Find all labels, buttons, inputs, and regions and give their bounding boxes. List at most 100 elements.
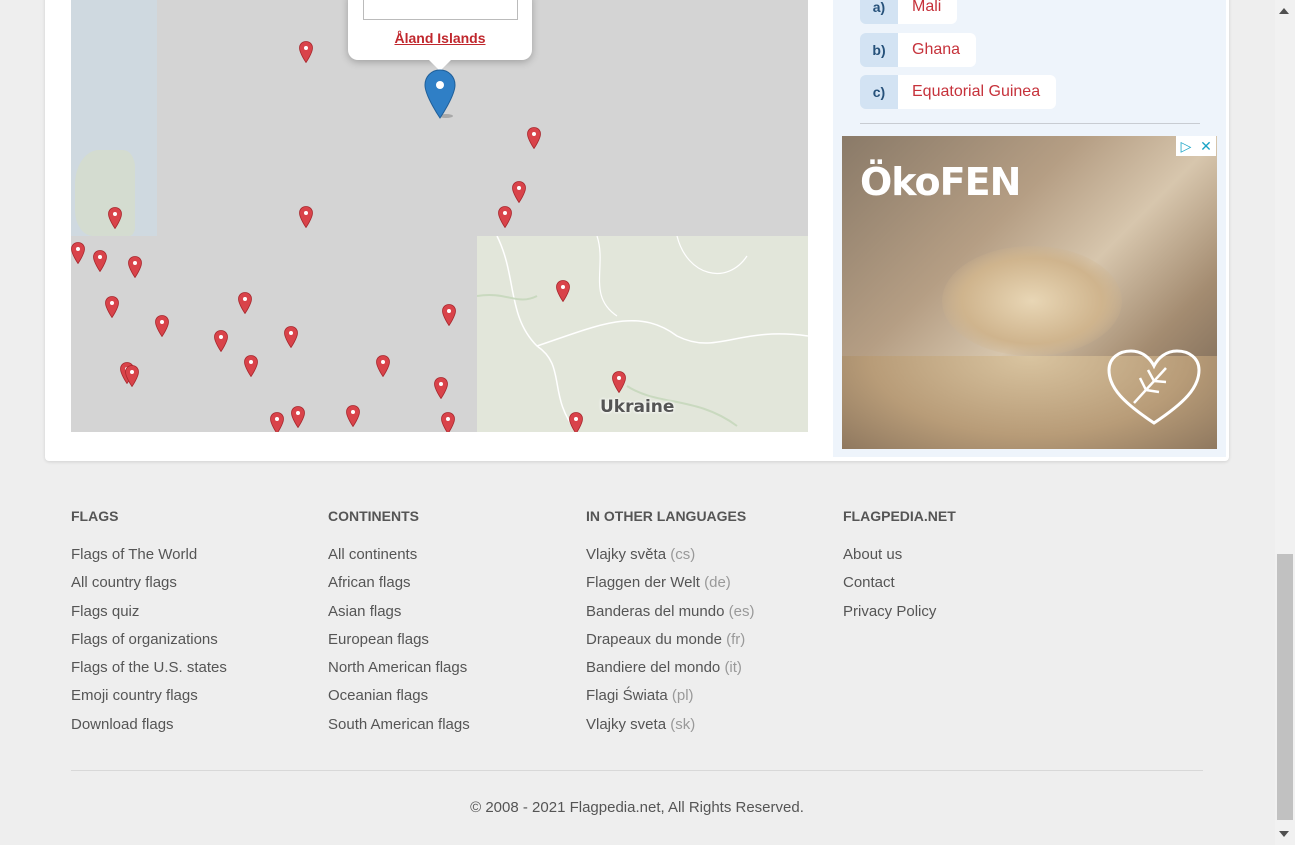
footer-column-languages: IN OTHER LANGUAGES Vlajky světa (cs) Fla…: [586, 506, 754, 743]
language-code: (pl): [671, 687, 694, 705]
language-name: Flagi Świata: [586, 687, 668, 705]
map-marker-pin-icon[interactable]: [299, 41, 313, 63]
map-marker-pin-icon[interactable]: [299, 206, 313, 228]
ad-controls: ▷ ✕: [1176, 136, 1216, 156]
language-name: Vlajky sveta: [586, 715, 667, 733]
page-scrollbar[interactable]: [1275, 0, 1295, 845]
footer-link[interactable]: African flags: [328, 573, 470, 601]
quiz-option-text: Equatorial Guinea: [898, 75, 1057, 109]
language-code: (de): [704, 574, 731, 592]
map-marker-pin-icon[interactable]: [512, 181, 526, 203]
map-marker-pin-icon[interactable]: [441, 412, 455, 432]
advertisement[interactable]: ÖkoFEN: [842, 136, 1217, 449]
map-marker-pin-icon[interactable]: [108, 207, 122, 229]
footer-heading: CONTINENTS: [328, 508, 419, 524]
heart-leaf-icon: [1104, 348, 1204, 433]
map-marker-pin-icon[interactable]: [442, 304, 456, 326]
quiz-option-letter: c): [860, 75, 898, 109]
map-marker-pin-icon[interactable]: [498, 206, 512, 228]
footer-link[interactable]: Emoji country flags: [71, 686, 227, 714]
footer-link[interactable]: Flags of the U.S. states: [71, 658, 227, 686]
map-popup: Åland Islands: [348, 0, 532, 71]
close-icon[interactable]: ✕: [1196, 136, 1216, 156]
footer-column-flagpedia: FLAGPEDIA.NET About us Contact Privacy P…: [843, 506, 956, 630]
quiz-option-text: Mali: [898, 0, 958, 24]
map-marker-pin-icon[interactable]: [244, 355, 258, 377]
play-triangle-icon[interactable]: ▷: [1176, 136, 1196, 156]
footer-language-link[interactable]: Bandiere del mondo (it): [586, 658, 754, 686]
selected-marker-pin-icon[interactable]: [424, 69, 456, 124]
footer-link[interactable]: All country flags: [71, 573, 227, 601]
footer-link[interactable]: North American flags: [328, 658, 470, 686]
footer-link[interactable]: Asian flags: [328, 602, 470, 630]
map-marker-pin-icon[interactable]: [155, 315, 169, 337]
footer-language-link[interactable]: Flaggen der Welt (de): [586, 573, 754, 601]
language-code: (sk): [670, 715, 696, 733]
map-country-label: Ukraine: [600, 397, 675, 417]
quiz-option-letter: a): [860, 0, 898, 24]
language-name: Flaggen der Welt: [586, 574, 700, 592]
footer-divider: [71, 770, 1203, 771]
footer-link[interactable]: Privacy Policy: [843, 602, 956, 630]
map-marker-pin-icon[interactable]: [291, 406, 305, 428]
footer-link[interactable]: European flags: [328, 630, 470, 658]
footer-link[interactable]: Flags of organizations: [71, 630, 227, 658]
map-marker-pin-icon[interactable]: [238, 292, 252, 314]
map-marker-pin-icon[interactable]: [376, 355, 390, 377]
scrollbar-thumb[interactable]: [1277, 554, 1293, 820]
map-marker-pin-icon[interactable]: [93, 250, 107, 272]
map-marker-pin-icon[interactable]: [71, 242, 85, 264]
map-marker-pin-icon[interactable]: [346, 405, 360, 427]
map-marker-pin-icon[interactable]: [125, 365, 139, 387]
footer-link[interactable]: About us: [843, 545, 956, 573]
quiz-option-b[interactable]: b) Ghana: [860, 33, 977, 67]
map-marker-pin-icon[interactable]: [434, 377, 448, 399]
ad-brand-logo: ÖkoFEN: [860, 160, 1021, 204]
language-name: Vlajky světa: [586, 546, 667, 563]
map-marker-pin-icon[interactable]: [105, 296, 119, 318]
map-land-scotland: [75, 150, 135, 236]
copyright-text: © 2008 - 2021 Flagpedia.net, All Rights …: [470, 799, 804, 816]
language-name: Bandiere del mondo: [586, 659, 721, 677]
language-code: (fr): [726, 630, 746, 648]
footer-language-link[interactable]: Vlajky světa (cs): [586, 545, 754, 573]
scroll-down-arrow-icon[interactable]: [1279, 831, 1289, 837]
language-name: Drapeaux du monde: [586, 630, 722, 648]
footer-column-flags: FLAGS Flags of The World All country fla…: [71, 506, 227, 743]
popup-country-link[interactable]: Åland Islands: [348, 30, 532, 46]
ad-image-pellets: [942, 246, 1122, 356]
quiz-option-c[interactable]: c) Equatorial Guinea: [860, 75, 1057, 109]
map-marker-pin-icon[interactable]: [284, 326, 298, 348]
quiz-divider: [860, 123, 1200, 124]
language-code: (cs): [670, 546, 696, 563]
map-marker-pin-icon[interactable]: [612, 371, 626, 393]
quiz-option-a[interactable]: a) Mali: [860, 0, 958, 24]
map-marker-pin-icon[interactable]: [128, 256, 142, 278]
footer-link[interactable]: Flags quiz: [71, 602, 227, 630]
quiz-option-text: Ghana: [898, 33, 977, 67]
language-code: (es): [728, 602, 755, 620]
map-marker-pin-icon[interactable]: [214, 330, 228, 352]
footer-heading: IN OTHER LANGUAGES: [586, 508, 747, 524]
map-marker-pin-icon[interactable]: [270, 412, 284, 432]
map-marker-pin-icon[interactable]: [569, 412, 583, 432]
map-marker-pin-icon[interactable]: [556, 280, 570, 302]
footer-link[interactable]: Oceanian flags: [328, 686, 470, 714]
footer-link[interactable]: All continents: [328, 545, 470, 573]
footer-link[interactable]: Download flags: [71, 715, 227, 743]
language-code: (it): [724, 659, 742, 677]
quiz-option-letter: b): [860, 33, 898, 67]
map-marker-pin-icon[interactable]: [527, 127, 541, 149]
footer-language-link[interactable]: Vlajky sveta (sk): [586, 715, 754, 743]
footer-language-link[interactable]: Flagi Świata (pl): [586, 686, 754, 714]
footer-language-link[interactable]: Banderas del mundo (es): [586, 602, 754, 630]
footer-heading: FLAGPEDIA.NET: [843, 508, 956, 524]
footer-language-link[interactable]: Drapeaux du monde (fr): [586, 630, 754, 658]
footer-link[interactable]: South American flags: [328, 715, 470, 743]
footer-link[interactable]: Flags of The World: [71, 545, 227, 573]
scroll-up-arrow-icon[interactable]: [1279, 8, 1289, 14]
footer-column-continents: CONTINENTS All continents African flags …: [328, 506, 470, 743]
footer-link[interactable]: Contact: [843, 573, 956, 601]
footer-heading: FLAGS: [71, 508, 119, 524]
language-name: Banderas del mundo: [586, 602, 725, 620]
